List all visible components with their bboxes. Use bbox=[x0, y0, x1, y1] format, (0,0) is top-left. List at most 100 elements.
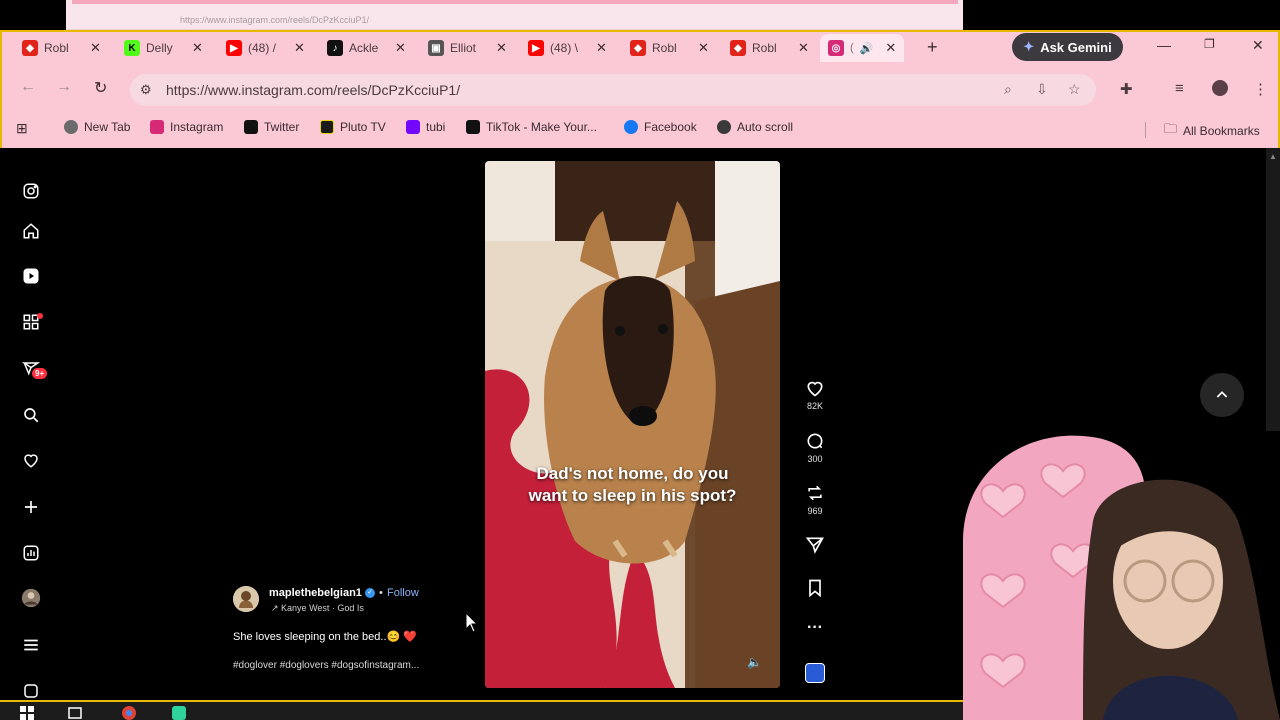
restore-icon[interactable]: ❐ bbox=[1204, 37, 1215, 51]
author-username[interactable]: maplethebelgian1 bbox=[269, 587, 362, 599]
bookmark-twitter[interactable]: Twitter bbox=[244, 120, 299, 134]
apps-grid-icon[interactable]: ⊞ bbox=[16, 120, 28, 137]
new-tab-button[interactable]: + bbox=[927, 37, 938, 58]
app-taskbar-icon[interactable] bbox=[172, 706, 186, 720]
tab-4[interactable]: ♪ Ackle ✕ bbox=[327, 36, 406, 60]
bookmark-label: Auto scroll bbox=[737, 120, 794, 134]
more-menu-icon[interactable] bbox=[21, 635, 41, 655]
close-icon[interactable]: ✕ bbox=[798, 40, 809, 56]
tab-title: (48) \ bbox=[550, 41, 579, 55]
browser-chrome: ◆ Robl ✕ K Delly ✕ ▶ (48) / ✕ ♪ Ackle ✕ … bbox=[0, 30, 1280, 148]
window-close-icon[interactable]: ✕ bbox=[1252, 37, 1264, 54]
forward-icon[interactable]: → bbox=[56, 78, 72, 96]
author-avatar[interactable] bbox=[233, 586, 259, 612]
home-icon[interactable] bbox=[21, 221, 41, 241]
profile-avatar[interactable] bbox=[1212, 80, 1228, 96]
generic-site-icon: ▣ bbox=[428, 40, 444, 56]
close-icon[interactable]: ✕ bbox=[885, 40, 896, 56]
speaker-icon[interactable]: 🔊 bbox=[860, 42, 874, 55]
notification-dot bbox=[37, 313, 43, 319]
bookmark-pluto-tv[interactable]: Pluto TV bbox=[320, 120, 386, 134]
tab-6[interactable]: ▶ (48) \ ✕ bbox=[528, 36, 607, 60]
tab-2[interactable]: K Delly ✕ bbox=[124, 36, 203, 60]
volume-icon[interactable]: 🔈 bbox=[747, 655, 762, 669]
profile-avatar-icon[interactable] bbox=[21, 588, 41, 608]
threads-icon[interactable] bbox=[21, 681, 41, 701]
kick-icon: K bbox=[124, 40, 140, 56]
heart-notifications-icon[interactable] bbox=[21, 450, 41, 470]
bookmark-label: tubi bbox=[426, 120, 446, 134]
scroll-up-icon[interactable]: ▲ bbox=[1269, 152, 1277, 161]
reel-description: She loves sleeping on the bed..😊 ❤️ bbox=[233, 631, 417, 643]
bookmarks-bar: ⊞ New Tab Instagram Twitter Pluto TV tub… bbox=[2, 116, 1278, 144]
minimize-icon[interactable]: — bbox=[1157, 37, 1171, 53]
reload-icon[interactable]: ↻ bbox=[94, 78, 107, 98]
plutotv-icon bbox=[320, 120, 334, 134]
menu-kebab-icon[interactable]: ⋮ bbox=[1253, 80, 1268, 98]
tab-title: Elliot bbox=[450, 41, 477, 55]
address-url[interactable]: https://www.instagram.com/reels/DcPzKcci… bbox=[166, 82, 460, 98]
bookmark-auto-scroll[interactable]: Auto scroll bbox=[717, 120, 793, 134]
bookmark-instagram[interactable]: Instagram bbox=[150, 120, 223, 134]
extensions-icon[interactable]: ✚ bbox=[1120, 80, 1133, 98]
save-button[interactable] bbox=[795, 578, 835, 598]
reel-hashtags[interactable]: #doglover #doglovers #dogsofinstagram... bbox=[233, 660, 419, 671]
tab-8[interactable]: ◆ Robl ✕ bbox=[730, 36, 809, 60]
like-button[interactable]: 82K bbox=[795, 378, 835, 411]
tab-3[interactable]: ▶ (48) / ✕ bbox=[226, 36, 305, 60]
dashboard-icon[interactable] bbox=[21, 543, 41, 563]
audio-thumbnail[interactable] bbox=[805, 663, 825, 683]
bookmark-tubi[interactable]: tubi bbox=[406, 120, 445, 134]
task-view-icon[interactable] bbox=[68, 706, 82, 720]
reel-video[interactable]: Dad's not home, do you want to sleep in … bbox=[485, 161, 780, 688]
zoom-icon[interactable]: ⌕ bbox=[1004, 81, 1012, 98]
tab-1[interactable]: ◆ Robl ✕ bbox=[22, 36, 101, 60]
instagram-logo-icon[interactable] bbox=[21, 181, 41, 201]
close-icon[interactable]: ✕ bbox=[698, 40, 709, 56]
verified-badge-icon: ✓ bbox=[365, 588, 375, 598]
reel-text-line-2: want to sleep in his spot? bbox=[528, 486, 737, 505]
more-options-icon[interactable]: ··· bbox=[795, 619, 835, 637]
reels-icon[interactable] bbox=[21, 266, 41, 286]
site-info-icon[interactable]: ⚙ bbox=[140, 82, 152, 98]
close-icon[interactable]: ✕ bbox=[90, 40, 101, 56]
media-controls-icon[interactable]: ≡ bbox=[1175, 80, 1184, 97]
follow-button[interactable]: Follow bbox=[387, 587, 419, 599]
windows-start-icon[interactable] bbox=[20, 706, 34, 720]
bookmark-icon bbox=[809, 579, 821, 598]
close-icon[interactable]: ✕ bbox=[596, 40, 607, 56]
back-icon[interactable]: ← bbox=[20, 78, 36, 96]
install-icon[interactable]: ⇩ bbox=[1036, 81, 1048, 98]
close-icon[interactable]: ✕ bbox=[496, 40, 507, 56]
previous-reel-button[interactable] bbox=[1200, 373, 1244, 417]
close-icon[interactable]: ✕ bbox=[395, 40, 406, 56]
roblox-icon: ◆ bbox=[630, 40, 646, 56]
close-icon[interactable]: ✕ bbox=[192, 40, 203, 56]
reel-text-line-1: Dad's not home, do you bbox=[536, 464, 729, 483]
create-plus-icon[interactable] bbox=[21, 497, 41, 517]
comment-button[interactable]: 300 bbox=[795, 431, 835, 464]
tab-title: Robl bbox=[44, 41, 69, 55]
all-bookmarks-button[interactable]: 🗀 All Bookmarks bbox=[1164, 120, 1260, 142]
search-icon[interactable] bbox=[21, 405, 41, 425]
chrome-taskbar-icon[interactable] bbox=[122, 706, 136, 720]
tab-instagram-active[interactable]: ◎ ( 🔊 ✕ bbox=[820, 34, 905, 62]
bookmark-facebook[interactable]: Facebook bbox=[624, 120, 697, 134]
reel-text-overlay: Dad's not home, do you want to sleep in … bbox=[485, 463, 780, 507]
close-icon[interactable]: ✕ bbox=[294, 40, 305, 56]
repost-count: 969 bbox=[807, 506, 823, 516]
tab-7[interactable]: ◆ Robl ✕ bbox=[630, 36, 709, 60]
background-window-bar bbox=[72, 0, 958, 4]
address-bar[interactable]: ⚙ https://www.instagram.com/reels/DcPzKc… bbox=[130, 74, 1096, 106]
comment-count: 300 bbox=[807, 454, 823, 464]
share-button[interactable] bbox=[795, 535, 835, 555]
comment-icon bbox=[807, 433, 823, 449]
ask-gemini-button[interactable]: ✦ Ask Gemini bbox=[1012, 33, 1123, 61]
tab-title: Robl bbox=[652, 41, 677, 55]
bookmark-star-icon[interactable]: ☆ bbox=[1068, 81, 1081, 98]
bookmark-tiktok[interactable]: TikTok - Make Your... bbox=[466, 120, 597, 134]
repost-button[interactable]: 969 bbox=[795, 483, 835, 516]
tab-5[interactable]: ▣ Elliot ✕ bbox=[428, 36, 507, 60]
audio-track[interactable]: ↗ Kanye West · God Is bbox=[271, 603, 364, 614]
bookmark-new-tab[interactable]: New Tab bbox=[64, 120, 130, 134]
